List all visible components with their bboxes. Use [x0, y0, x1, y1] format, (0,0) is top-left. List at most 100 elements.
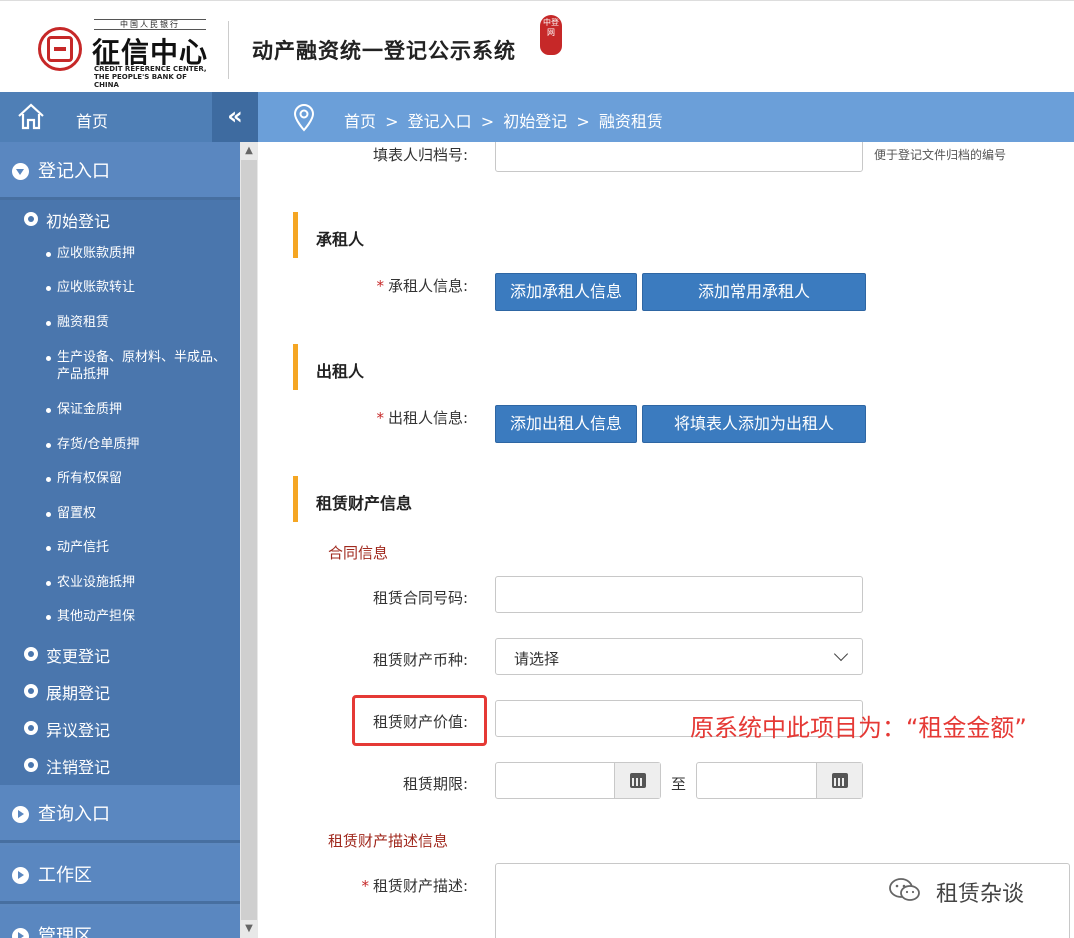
section-accent-bar: [293, 344, 298, 390]
breadcrumb-separator: >: [480, 112, 495, 131]
sidebar-section-admin[interactable]: 管理区: [0, 907, 240, 938]
sidebar-item-cancellation[interactable]: 注销登记: [46, 754, 110, 778]
sidebar-section-label: 管理区: [38, 925, 92, 938]
sidebar-section-query[interactable]: 查询入口: [0, 785, 240, 843]
lessor-section-title: 出租人: [316, 362, 365, 381]
sidebar-item-receivable-transfer[interactable]: 应收账款转让: [57, 279, 237, 296]
location-pin-icon: [293, 104, 315, 132]
registration-form: 填表人归档号: 便于登记文件归档的编号 承租人 * 承租人信息: 添加承租人信息 …: [258, 142, 1074, 938]
app-header: 中国人民银行 征信中心 CREDIT REFERENCE CENTER, THE…: [0, 0, 1074, 92]
sidebar-item-retention-of-title[interactable]: 所有权保留: [57, 470, 237, 487]
bullet-icon: [24, 721, 38, 735]
required-mark: *: [376, 277, 384, 295]
bullet-icon: [46, 321, 51, 326]
property-description-label: * 租赁财产描述:: [318, 875, 468, 896]
description-subtitle: 租赁财产描述信息: [328, 832, 449, 850]
registration-menu: 初始登记 应收账款质押 应收账款转让 融资租赁 生产设备、原材料、半成品、产品抵…: [0, 200, 240, 785]
bullet-icon: [46, 581, 51, 586]
watermark-text: 租赁杂谈: [936, 882, 1025, 907]
breadcrumb-current: 融资租赁: [598, 112, 663, 131]
breadcrumb-home[interactable]: 首页: [344, 112, 376, 131]
lessee-info-label-text: 承租人信息:: [387, 277, 468, 295]
scroll-up-icon[interactable]: ▲: [240, 142, 258, 160]
scroll-down-icon[interactable]: ▼: [240, 920, 258, 938]
bullet-icon: [46, 615, 51, 620]
system-title: 动产融资统一登记公示系统: [252, 38, 516, 63]
sidebar-item-initial[interactable]: 初始登记: [46, 208, 110, 232]
sidebar-item-movable-trust[interactable]: 动产信托: [57, 539, 237, 556]
home-icon: [18, 103, 44, 130]
archive-number-input[interactable]: [495, 142, 863, 172]
property-section-title: 租赁财产信息: [316, 494, 413, 513]
sidebar-home[interactable]: 首页 «: [0, 92, 258, 142]
contract-number-input[interactable]: [495, 576, 863, 613]
sidebar-section-label: 工作区: [38, 864, 92, 886]
lease-term-label: 租赁期限:: [402, 775, 468, 793]
collapse-sidebar-button[interactable]: «: [212, 92, 258, 142]
add-lessor-button[interactable]: 添加出租人信息: [495, 405, 637, 443]
sidebar-section-label: 查询入口: [38, 803, 110, 825]
sidebar-scrollbar-thumb[interactable]: [241, 160, 257, 920]
sidebar-item-change[interactable]: 变更登记: [46, 643, 110, 667]
archive-number-label: 填表人归档号:: [372, 146, 468, 164]
bullet-icon: [46, 477, 51, 482]
header-divider: [228, 21, 229, 79]
sidebar-section-label: 登记入口: [38, 160, 110, 182]
home-label: 首页: [76, 112, 109, 131]
add-self-as-lessor-button[interactable]: 将填表人添加为出租人: [642, 405, 866, 443]
sidebar-item-equipment-mortgage[interactable]: 生产设备、原材料、半成品、产品抵押: [57, 349, 237, 383]
lease-start-date-input[interactable]: [495, 762, 661, 799]
sidebar-item-objection[interactable]: 异议登记: [46, 717, 110, 741]
bullet-icon: [24, 212, 38, 226]
bullet-icon: [46, 252, 51, 257]
credit-center-logo-icon: [38, 27, 82, 71]
required-mark: *: [361, 877, 369, 895]
sidebar-item-finance-lease[interactable]: 融资租赁: [57, 314, 237, 331]
sidebar-item-deposit-pledge[interactable]: 保证金质押: [57, 401, 237, 418]
bullet-icon: [46, 546, 51, 551]
currency-select[interactable]: 请选择: [495, 638, 863, 675]
breadcrumb: 首页 > 登记入口 > 初始登记 > 融资租赁: [344, 108, 667, 132]
contract-info-subtitle: 合同信息: [328, 544, 389, 562]
archive-number-hint: 便于登记文件归档的编号: [874, 148, 1007, 162]
currency-label: 租赁财产币种:: [372, 651, 468, 669]
sidebar-section-registration[interactable]: 登记入口: [0, 142, 240, 200]
calendar-button[interactable]: [816, 763, 862, 798]
required-mark: *: [376, 409, 384, 427]
breadcrumb-initial[interactable]: 初始登记: [503, 112, 567, 131]
logo-top-text: 中国人民银行: [94, 19, 206, 30]
contract-number-label: 租赁合同号码:: [372, 589, 468, 607]
sidebar: 登记入口 初始登记 应收账款质押 应收账款转让 融资租赁 生产设备、原材料、半成…: [0, 142, 240, 938]
add-lessee-button[interactable]: 添加承租人信息: [495, 273, 637, 311]
lease-end-date-input[interactable]: [696, 762, 863, 799]
sidebar-item-agri-mortgage[interactable]: 农业设施抵押: [57, 574, 237, 591]
highlight-box: [352, 695, 487, 746]
sidebar-item-receivable-pledge[interactable]: 应收账款质押: [57, 245, 237, 262]
breadcrumb-separator: >: [385, 112, 399, 131]
bullet-icon: [24, 684, 38, 698]
collapse-icon: [12, 806, 29, 823]
bullet-icon: [24, 647, 38, 661]
breadcrumb-registration[interactable]: 登记入口: [408, 112, 472, 131]
bullet-icon: [46, 512, 51, 517]
sidebar-item-inventory-pledge[interactable]: 存货/仓单质押: [57, 436, 237, 453]
sidebar-item-extension[interactable]: 展期登记: [46, 680, 110, 704]
bullet-icon: [46, 356, 51, 361]
sidebar-item-lien[interactable]: 留置权: [57, 505, 237, 522]
wechat-icon: [889, 878, 920, 901]
annotation-text: 原系统中此项目为：“租金金额”: [690, 714, 1027, 742]
collapse-icon: [12, 928, 29, 938]
add-common-lessee-button[interactable]: 添加常用承租人: [642, 273, 866, 311]
sidebar-section-workspace[interactable]: 工作区: [0, 846, 240, 904]
currency-select-value: 请选择: [514, 650, 560, 668]
calendar-button[interactable]: [614, 763, 660, 798]
bullet-icon: [46, 286, 51, 291]
calendar-icon: [832, 773, 848, 788]
property-description-label-text: 租赁财产描述:: [372, 877, 468, 895]
chevron-down-icon: [833, 646, 849, 662]
sidebar-item-other-guarantee[interactable]: 其他动产担保: [57, 608, 237, 625]
collapse-icon: [12, 867, 29, 884]
lessee-section-title: 承租人: [316, 230, 365, 249]
breadcrumb-separator: >: [576, 112, 590, 131]
calendar-icon: [630, 773, 646, 788]
